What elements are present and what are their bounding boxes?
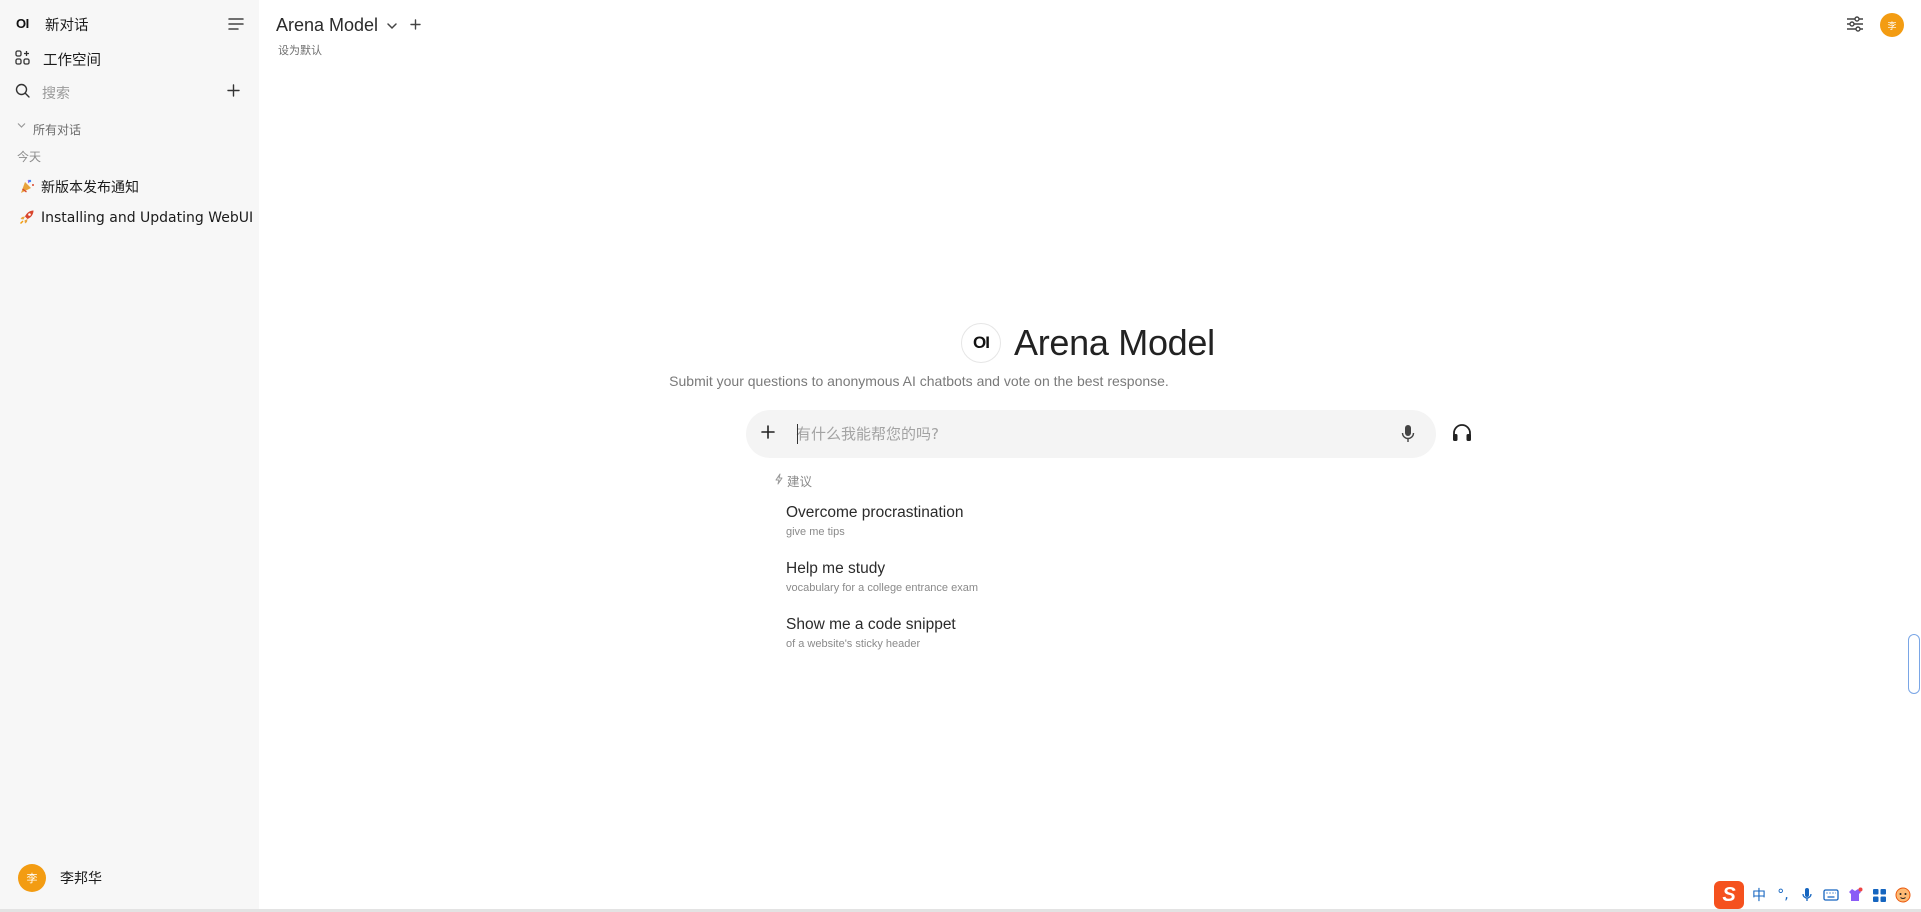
suggestion-subtitle: give me tips <box>786 526 845 538</box>
workspace-button[interactable]: 工作空间 <box>6 45 246 71</box>
chat-title: Installing and Updating WebUI <box>41 210 254 226</box>
chat-title: 新版本发布通知 <box>41 180 139 196</box>
grid-plus-icon <box>15 50 30 65</box>
suggestion-title: Help me study <box>786 560 886 577</box>
message-input[interactable] <box>796 422 1356 446</box>
ime-skin-icon[interactable] <box>1846 886 1864 904</box>
avatar[interactable]: 李 <box>18 864 46 892</box>
add-model-icon[interactable] <box>410 17 421 35</box>
microphone-icon[interactable] <box>1401 424 1415 449</box>
lightning-icon <box>774 473 784 488</box>
suggestion-title: Show me a code snippet <box>786 616 956 633</box>
user-name: 李邦华 <box>60 871 102 887</box>
hero-subtitle: Submit your questions to anonymous AI ch… <box>669 373 1169 389</box>
folder-label: 所有对话 <box>33 123 82 137</box>
suggestions-header: 建议 <box>774 471 812 490</box>
add-folder-icon[interactable] <box>227 84 240 97</box>
rocket-icon <box>19 209 37 227</box>
message-composer <box>746 410 1436 458</box>
hero-subtitle-row: Submit your questions to anonymous AI ch… <box>0 373 1921 389</box>
ime-microphone-icon[interactable] <box>1798 886 1816 904</box>
avatar[interactable]: 李 <box>1880 13 1904 37</box>
workspace-label: 工作空间 <box>43 53 101 69</box>
party-popper-icon <box>19 178 37 196</box>
search-placeholder: 搜索 <box>42 86 70 102</box>
suggestion-subtitle: of a website's sticky header <box>786 638 921 650</box>
ime-toolbar: S 中 °, <box>1712 880 1921 910</box>
model-selector[interactable]: Arena Model <box>276 15 378 36</box>
chat-item[interactable]: Installing and Updating WebUI <box>19 209 253 227</box>
new-chat-label: 新对话 <box>45 18 89 34</box>
suggestion-item[interactable]: Overcome procrastination give me tips <box>786 503 963 540</box>
group-today-label: 今天 <box>17 150 42 164</box>
suggestions-label: 建议 <box>787 474 813 489</box>
search-icon <box>15 83 30 98</box>
ime-punctuation-toggle[interactable]: °, <box>1774 886 1792 904</box>
new-chat-button[interactable]: OI 新对话 <box>6 10 226 36</box>
chevron-down-icon[interactable] <box>386 18 398 36</box>
hero-title: Arena Model <box>1014 322 1215 363</box>
ime-apps-icon[interactable] <box>1870 886 1888 904</box>
text-caret <box>797 424 798 444</box>
suggestion-subtitle: vocabulary for a college entrance exam <box>786 582 978 594</box>
scrollbar-thumb[interactable] <box>1908 634 1920 694</box>
chevron-down-icon <box>17 122 26 129</box>
settings-sliders-icon[interactable] <box>1846 16 1864 37</box>
set-default-link[interactable]: 设为默认 <box>278 42 322 58</box>
app-logo: OI <box>16 16 29 31</box>
plus-icon[interactable] <box>760 424 776 445</box>
sidebar-toggle-icon[interactable] <box>228 17 244 31</box>
suggestion-item[interactable]: Show me a code snippet of a website's st… <box>786 615 956 652</box>
ime-language-toggle[interactable]: 中 <box>1750 886 1768 904</box>
ime-keyboard-icon[interactable] <box>1822 886 1840 904</box>
sidebar: OI 新对话 工作空间 搜索 所有对话 今天 新版本发布通知 Installin… <box>0 0 259 910</box>
ime-mascot-icon[interactable] <box>1894 886 1912 904</box>
suggestion-item[interactable]: Help me study vocabulary for a college e… <box>786 559 978 596</box>
chat-item[interactable]: 新版本发布通知 <box>19 177 139 197</box>
search-input[interactable] <box>6 78 226 104</box>
headphones-icon[interactable] <box>1451 423 1473 448</box>
model-logo: OI <box>961 323 1001 363</box>
suggestion-title: Overcome procrastination <box>786 504 964 521</box>
ime-logo[interactable]: S <box>1714 881 1744 909</box>
